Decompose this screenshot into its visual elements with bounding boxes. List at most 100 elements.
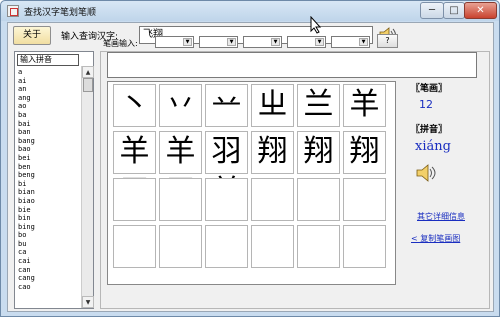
pinyin-list-item[interactable]: bing bbox=[18, 223, 78, 232]
app-window: 查找汉字笔划笔顺 ─ □ ✕ 关于 输入查询汉字: 飞翔 输入拼音 a ai an a… bbox=[0, 0, 500, 317]
pinyin-list-item[interactable]: bao bbox=[18, 145, 78, 154]
stroke-cell bbox=[159, 225, 202, 268]
stroke-cell: 兰 bbox=[297, 84, 340, 127]
stroke-glyph: 兰 bbox=[303, 87, 334, 122]
copy-stroke-image-link[interactable]: < 复制笔画图 bbox=[411, 233, 460, 244]
strokes-title: 〖笔画〗 bbox=[411, 84, 448, 94]
stroke-cell: 羊习 bbox=[159, 131, 202, 209]
pinyin-list-item[interactable]: an bbox=[18, 85, 78, 94]
pinyin-list-item[interactable]: beng bbox=[18, 171, 78, 180]
pinyin-list-header: 输入拼音 bbox=[17, 54, 79, 66]
pinyin-list-item[interactable]: bin bbox=[18, 214, 78, 223]
stroke-cell: 羊 bbox=[343, 84, 386, 127]
stroke-glyph bbox=[344, 179, 385, 220]
stroke-combo-5[interactable]: ▼ bbox=[331, 36, 370, 48]
pinyin-list-item[interactable]: biao bbox=[18, 197, 78, 206]
stroke-combo-3[interactable]: ▼ bbox=[243, 36, 282, 48]
pinyin-title: 〖拼音〗 bbox=[411, 125, 448, 135]
stroke-cell bbox=[343, 178, 386, 221]
stroke-glyph: 䒑 bbox=[211, 87, 242, 122]
pinyin-list-item[interactable]: bang bbox=[18, 137, 78, 146]
stroke-glyph bbox=[252, 179, 293, 220]
pinyin-list-item[interactable]: a bbox=[18, 68, 78, 77]
pinyin-list-item[interactable]: can bbox=[18, 266, 78, 275]
title-bar[interactable]: 查找汉字笔划笔顺 ─ □ ✕ bbox=[1, 1, 499, 21]
pinyin-list-item[interactable]: cang bbox=[18, 274, 78, 283]
stroke-combo-1[interactable]: ▼ bbox=[155, 36, 194, 48]
pinyin-list-item[interactable]: cai bbox=[18, 257, 78, 266]
stroke-glyph bbox=[160, 179, 201, 220]
scroll-thumb[interactable] bbox=[83, 78, 93, 92]
chevron-down-icon: ▼ bbox=[183, 38, 192, 46]
stroke-cell: 翔 bbox=[297, 131, 340, 174]
pinyin-list-item[interactable]: ban bbox=[18, 128, 78, 137]
stroke-cell bbox=[297, 225, 340, 268]
stroke-glyph bbox=[252, 226, 293, 267]
stroke-glyph: ㄓ bbox=[257, 87, 288, 122]
stroke-cell bbox=[251, 225, 294, 268]
scroll-down-arrow[interactable]: ▼ bbox=[82, 296, 94, 308]
app-icon bbox=[7, 5, 19, 17]
stroke-combo-4[interactable]: ▼ bbox=[287, 36, 326, 48]
stroke-cell bbox=[297, 178, 340, 221]
stroke-glyph: 丷 bbox=[165, 87, 196, 122]
pinyin-list-item[interactable]: bu bbox=[18, 240, 78, 249]
window-title: 查找汉字笔划笔顺 bbox=[24, 8, 97, 18]
stroke-cell bbox=[251, 178, 294, 221]
stroke-cell: 羊习 bbox=[113, 131, 156, 209]
stroke-cell: 翔 bbox=[343, 131, 386, 174]
detail-info-link[interactable]: 其它详细信息 bbox=[417, 211, 465, 222]
stroke-glyph bbox=[206, 226, 247, 267]
pinyin-list-item[interactable]: bai bbox=[18, 120, 78, 129]
pinyin-list-item[interactable]: bo bbox=[18, 231, 78, 240]
stroke-glyph: 羽羊 bbox=[211, 134, 242, 209]
stroke-cell: 䒑 bbox=[205, 84, 248, 127]
stroke-cell bbox=[205, 178, 248, 221]
chevron-down-icon: ▼ bbox=[271, 38, 280, 46]
stroke-glyph bbox=[160, 226, 201, 267]
pinyin-list-item[interactable]: bi bbox=[18, 180, 78, 189]
stroke-combo-2[interactable]: ▼ bbox=[199, 36, 238, 48]
info-panel: 〖笔画〗 12 〖拼音〗 xiáng 其它详细信息 < 复制笔画图 bbox=[401, 81, 477, 285]
stroke-display-field[interactable] bbox=[107, 52, 477, 78]
stroke-glyph bbox=[114, 226, 155, 267]
close-button[interactable]: ✕ bbox=[464, 2, 497, 19]
pinyin-list-item[interactable]: ba bbox=[18, 111, 78, 120]
stroke-cell: 丶 bbox=[113, 84, 156, 127]
pinyin-value: xiáng bbox=[415, 139, 451, 154]
chevron-down-icon: ▼ bbox=[315, 38, 324, 46]
stroke-cell bbox=[205, 225, 248, 268]
stroke-glyph: 羊 bbox=[349, 87, 380, 122]
pinyin-list-item[interactable]: ai bbox=[18, 77, 78, 86]
stroke-glyph: 丶 bbox=[119, 87, 150, 122]
stroke-glyph: 翔 bbox=[257, 134, 288, 169]
chevron-down-icon: ▼ bbox=[227, 38, 236, 46]
pinyin-list-item[interactable]: bie bbox=[18, 206, 78, 215]
stroke-cell: 翔 bbox=[251, 131, 294, 174]
stroke-glyph: 翔 bbox=[349, 134, 380, 169]
pronounce-speaker-icon[interactable] bbox=[415, 162, 441, 184]
stroke-cell bbox=[343, 225, 386, 268]
pinyin-list-item[interactable]: bei bbox=[18, 154, 78, 163]
pinyin-scrollbar[interactable]: ▲ ▼ bbox=[81, 66, 94, 308]
stroke-glyph bbox=[298, 179, 339, 220]
minimize-button[interactable]: ─ bbox=[420, 2, 444, 19]
stroke-glyph: 羊习 bbox=[165, 134, 196, 209]
pinyin-list-item[interactable]: bian bbox=[18, 188, 78, 197]
stroke-glyph: 羊习 bbox=[119, 134, 150, 209]
about-button[interactable]: 关于 bbox=[13, 26, 51, 45]
pinyin-list-item[interactable]: ao bbox=[18, 102, 78, 111]
stroke-cell: 丷 bbox=[159, 84, 202, 127]
pinyin-list-item[interactable]: ca bbox=[18, 248, 78, 257]
stroke-cell bbox=[113, 178, 156, 221]
pinyin-list[interactable]: a ai an ang ao ba bai ban bang bao bei ben beng bi bia… bbox=[18, 68, 78, 308]
pinyin-list-item[interactable]: ang bbox=[18, 94, 78, 103]
maximize-button[interactable]: □ bbox=[443, 2, 465, 19]
pinyin-list-item[interactable]: ben bbox=[18, 163, 78, 172]
pinyin-list-item[interactable]: cao bbox=[18, 283, 78, 292]
mouse-cursor-icon bbox=[310, 16, 322, 34]
query-button[interactable]: ? bbox=[377, 34, 398, 48]
stroke-cell: ㄓ bbox=[251, 84, 294, 127]
scroll-up-arrow[interactable]: ▲ bbox=[82, 66, 94, 78]
stroke-glyph bbox=[344, 226, 385, 267]
